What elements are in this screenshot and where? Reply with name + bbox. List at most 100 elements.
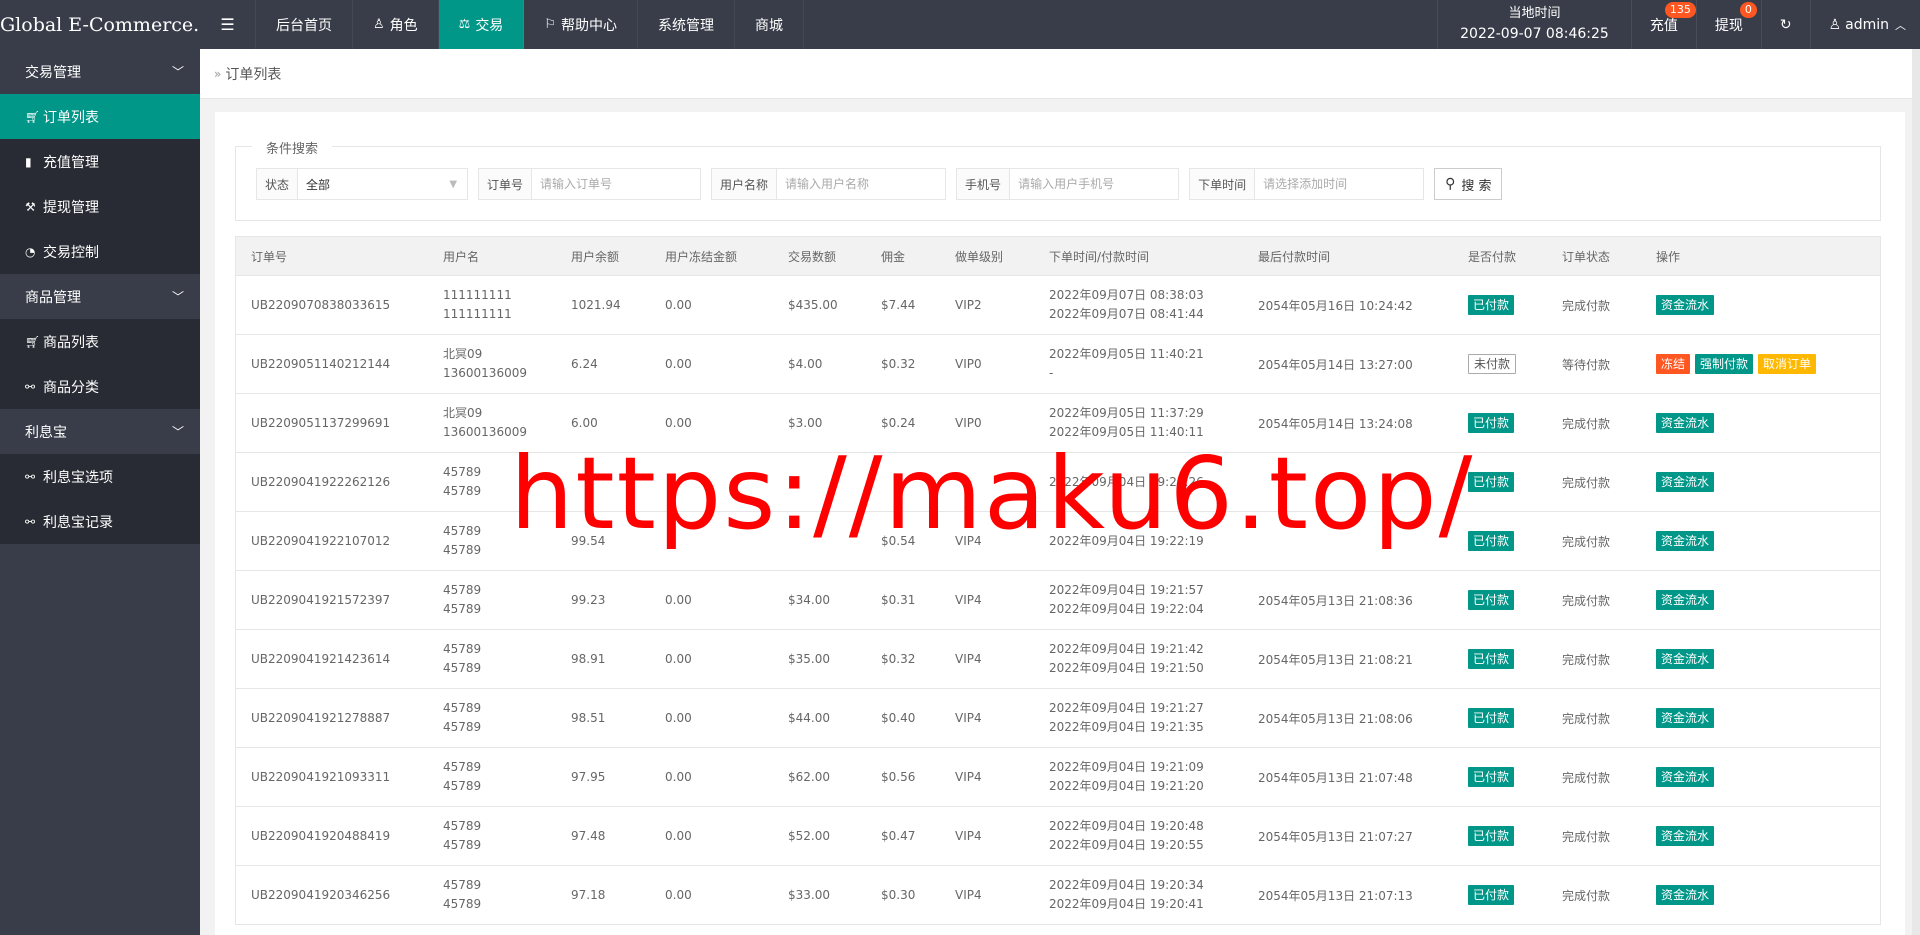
cell-paid: 已付款	[1453, 453, 1547, 511]
status-select[interactable]: 全部 ▼	[298, 169, 467, 199]
cell-commission: $7.44	[881, 298, 916, 312]
nav-role[interactable]: ♙ 角色	[353, 0, 439, 49]
breadcrumb-current[interactable]: 订单列表	[225, 64, 281, 84]
cell-pay-time: 2022年09月04日 19:20:55	[1049, 838, 1204, 852]
withdraw-badge: 0	[1739, 2, 1757, 18]
freeze-button[interactable]: 冻结	[1656, 354, 1691, 374]
fund-flow-button[interactable]: 资金流水	[1656, 649, 1715, 669]
cell-status: 完成付款	[1562, 770, 1611, 785]
fund-flow-button[interactable]: 资金流水	[1656, 590, 1715, 610]
cell-commission	[866, 453, 940, 511]
sidebar-item-orders[interactable]: 🛒︎ 订单列表	[0, 94, 200, 139]
sidebar-item-interest-records[interactable]: ⚯ 利息宝记录	[0, 499, 200, 544]
cell-ops: 资金流水	[1641, 276, 1880, 334]
phone-input[interactable]	[1010, 169, 1179, 199]
cell-order-time: 2022年09月05日 11:37:29 2022年09月05日 11:40:11	[1034, 394, 1243, 452]
col-amount: 交易数额	[788, 249, 837, 264]
cell-pay-time: -	[1049, 366, 1054, 380]
cell-user: 45789 45789	[428, 866, 556, 924]
time-input[interactable]	[1255, 169, 1424, 199]
cell-commission: $0.47	[881, 829, 916, 843]
sidebar-group-goods[interactable]: 商品管理 ﹀	[0, 274, 200, 319]
cell-paid: 已付款	[1453, 866, 1547, 924]
caret-down-icon: ▼	[449, 179, 458, 190]
sidebar-item-label: 利息宝选项	[43, 469, 113, 486]
cell-last-pay-time: 2054年05月13日 21:08:36	[1258, 593, 1413, 608]
cell-pay-time: 2022年09月07日 08:41:44	[1049, 307, 1204, 321]
table-header: 订单号 用户名 用户余额 用户冻结金额 交易数额 佣金 做单级别 下单时间/付款…	[235, 236, 1881, 276]
cell-pay-time: 2022年09月04日 19:21:35	[1049, 720, 1204, 734]
sidebar-item-interest-options[interactable]: ⚯ 利息宝选项	[0, 454, 200, 499]
recharge-button[interactable]: 充值 135	[1630, 0, 1696, 49]
cell-ops: 资金流水	[1641, 866, 1880, 924]
cell-user-name: 45789	[443, 583, 482, 597]
cell-order-time-start: 2022年09月04日 19:20:48	[1049, 819, 1204, 833]
fund-flow-button[interactable]: 资金流水	[1656, 531, 1715, 551]
menu-toggle-icon[interactable]: ☰	[200, 0, 256, 49]
fund-flow-button[interactable]: 资金流水	[1656, 885, 1715, 905]
cell-frozen: 0.00	[665, 298, 692, 312]
col-commission: 佣金	[881, 249, 906, 264]
table-row: UB2209041921423614 45789 45789 98.91 0.00 $35…	[235, 630, 1881, 689]
cell-user-phone: 45789	[443, 720, 482, 734]
user-name: admin	[1845, 16, 1889, 33]
paid-badge: 已付款	[1468, 767, 1515, 787]
cell-order-time: 2022年09月04日 19:22:26	[1034, 453, 1243, 511]
cell-user-name: 45789	[443, 701, 482, 715]
nav-home[interactable]: 后台首页	[256, 0, 353, 49]
fund-flow-button[interactable]: 资金流水	[1656, 708, 1715, 728]
withdraw-button[interactable]: 提现 0	[1695, 0, 1761, 49]
refresh-icon: ↻	[1779, 16, 1792, 33]
cart-icon: 🛒︎	[25, 334, 41, 349]
sidebar-item-goods-list[interactable]: 🛒︎ 商品列表	[0, 319, 200, 364]
order-input[interactable]	[532, 169, 701, 199]
fund-flow-button[interactable]: 资金流水	[1656, 472, 1715, 492]
nav-help[interactable]: ⚐ 帮助中心	[524, 0, 638, 49]
nav-mall[interactable]: 商城	[735, 0, 804, 49]
cell-balance: 99.54	[571, 534, 606, 548]
fund-flow-button[interactable]: 资金流水	[1656, 767, 1715, 787]
nav-trade[interactable]: ⚖ 交易	[438, 0, 525, 49]
cell-order: UB2209041921423614	[251, 652, 391, 666]
cell-user-phone: 45789	[443, 661, 482, 675]
sidebar-item-withdraw[interactable]: ⚒ 提现管理	[0, 184, 200, 229]
fund-flow-button[interactable]: 资金流水	[1656, 413, 1715, 433]
fund-flow-button[interactable]: 资金流水	[1656, 826, 1715, 846]
cell-vip: VIP4	[955, 888, 982, 902]
fund-flow-button[interactable]: 资金流水	[1656, 295, 1715, 315]
cell-balance: 6.00	[571, 416, 598, 430]
cell-last-pay-time: 2054年05月13日 21:07:27	[1258, 829, 1413, 844]
cell-order: UB2209041922107012	[251, 534, 391, 548]
username-input[interactable]	[777, 169, 946, 199]
user-menu[interactable]: ♙ admin ︿	[1809, 0, 1920, 49]
cell-commission: $0.32	[881, 652, 916, 666]
username-filter: 用户名称	[711, 168, 947, 200]
refresh-button[interactable]: ↻	[1760, 0, 1810, 49]
cell-paid: 已付款	[1453, 748, 1547, 806]
cell-order-time-start: 2022年09月05日 11:40:21	[1049, 347, 1204, 361]
nav-system[interactable]: 系统管理	[638, 0, 735, 49]
col-last-pay-time: 最后付款时间	[1258, 249, 1331, 264]
sidebar-group-trade[interactable]: 交易管理 ﹀	[0, 49, 200, 94]
cell-user: 45789 45789	[428, 807, 556, 865]
cell-status: 完成付款	[1562, 829, 1611, 844]
force-pay-button[interactable]: 强制付款	[1695, 354, 1754, 374]
cancel-order-button[interactable]: 取消订单	[1758, 354, 1817, 374]
chevron-down-icon: ﹀	[171, 290, 184, 304]
nav-system-label: 系统管理	[657, 17, 714, 34]
sidebar-sub-goods: 🛒︎ 商品列表 ⚯ 商品分类	[0, 319, 200, 409]
sidebar-group-interest[interactable]: 利息宝 ﹀	[0, 409, 200, 454]
sidebar-item-recharge[interactable]: ▮ 充值管理	[0, 139, 200, 184]
cell-order-time-start: 2022年09月07日 08:38:03	[1049, 288, 1204, 302]
cell-vip: VIP0	[955, 357, 982, 371]
page-scrollbar[interactable]	[1912, 49, 1920, 935]
sidebar-item-trade-control[interactable]: ◔ 交易控制	[0, 229, 200, 274]
cell-status: 等待付款	[1562, 357, 1611, 372]
cell-vip: VIP4	[955, 711, 982, 725]
sidebar-item-goods-category[interactable]: ⚯ 商品分类	[0, 364, 200, 409]
table-body: UB2209070838033615 111111111 111111111 1021…	[235, 276, 1881, 925]
search-button[interactable]: ⚲ 搜 索	[1434, 168, 1503, 200]
table-row: UB2209041922262126 45789 45789 2022年09月04日 …	[235, 453, 1881, 512]
status-filter: 状态 全部 ▼	[256, 168, 469, 200]
cell-vip: VIP4	[955, 534, 982, 548]
